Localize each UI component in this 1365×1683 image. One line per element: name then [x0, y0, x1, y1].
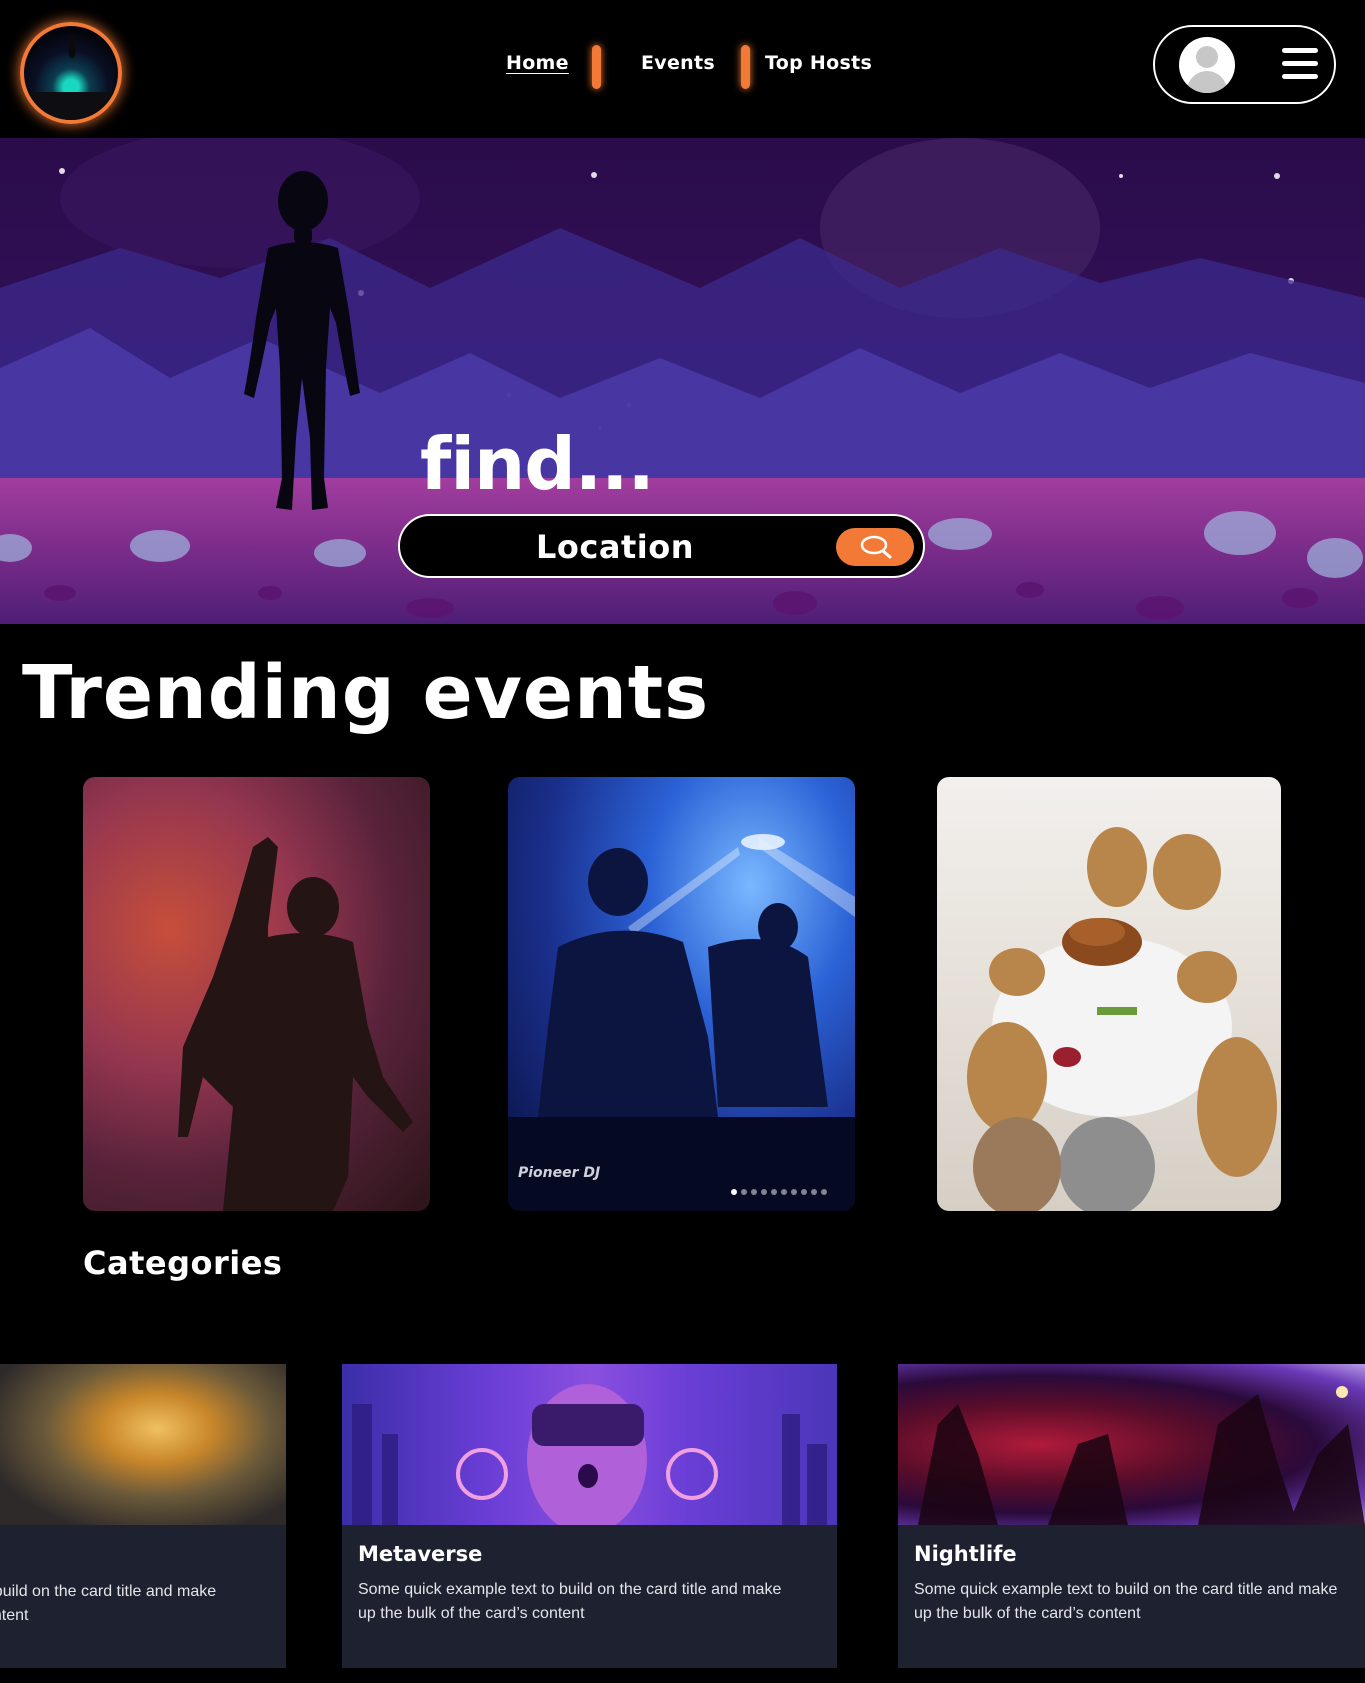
avatar-body: [1187, 71, 1227, 93]
category-image: [342, 1364, 837, 1534]
performer-photo: [83, 777, 430, 1211]
category-card-metaverse[interactable]: Metaverse Some quick example text to bui…: [342, 1364, 837, 1668]
search-icon: [860, 535, 892, 559]
category-image: [898, 1364, 1365, 1525]
hero-banner: find... Location: [0, 138, 1365, 624]
user-menu-pill[interactable]: [1153, 25, 1336, 104]
carousel-dot[interactable]: [731, 1189, 737, 1195]
nav-events-link[interactable]: Events: [641, 52, 715, 74]
category-card-nightlife[interactable]: Nightlife Some quick example text to bui…: [898, 1364, 1365, 1668]
nav-separator: [741, 45, 750, 89]
carousel-dot[interactable]: [761, 1189, 767, 1195]
carousel-dot[interactable]: [741, 1189, 747, 1195]
category-description: to build on the card title and make cont…: [0, 1583, 217, 1624]
carousel-dot[interactable]: [771, 1189, 777, 1195]
nav-separator: [592, 45, 601, 89]
hero-heading: find...: [420, 422, 655, 506]
category-description: Some quick example text to build on the …: [358, 1581, 782, 1622]
trending-event-card[interactable]: Pioneer DJ: [508, 777, 855, 1211]
trending-event-card[interactable]: [83, 777, 430, 1211]
nav-home-link[interactable]: Home: [506, 52, 569, 74]
avatar-head: [1196, 46, 1218, 68]
animals-dinner-photo: [967, 827, 1277, 1211]
category-title: Nightlife: [914, 1542, 1017, 1566]
svg-text:Pioneer DJ: Pioneer DJ: [518, 1165, 600, 1181]
carousel-dot[interactable]: [791, 1189, 797, 1195]
categories-title: Categories: [83, 1244, 283, 1282]
top-navbar: Home Events Top Hosts: [0, 0, 1365, 138]
category-card[interactable]: to build on the card title and make cont…: [0, 1364, 286, 1668]
trending-event-card[interactable]: [937, 777, 1281, 1211]
vr-headset-illustration: [352, 1384, 827, 1534]
carousel-dot[interactable]: [751, 1189, 757, 1195]
carousel-dot[interactable]: [811, 1189, 817, 1195]
nav-top-hosts-link[interactable]: Top Hosts: [765, 52, 872, 74]
category-image: [0, 1364, 286, 1525]
trending-events-title: Trending events: [22, 650, 710, 736]
location-search-bar[interactable]: Location: [398, 514, 925, 578]
logo-figure: [69, 34, 75, 58]
dj-photo: Pioneer DJ: [508, 834, 855, 1211]
party-crowd-photo: [918, 1386, 1365, 1525]
category-title: Metaverse: [358, 1542, 483, 1566]
brand-logo[interactable]: [20, 22, 122, 124]
carousel-dot[interactable]: [801, 1189, 807, 1195]
category-description: Some quick example text to build on the …: [914, 1581, 1338, 1622]
logo-ground: [24, 92, 118, 120]
search-button[interactable]: [836, 528, 914, 566]
hamburger-menu-icon[interactable]: [1282, 46, 1318, 80]
carousel-dot[interactable]: [821, 1189, 827, 1195]
user-avatar-icon[interactable]: [1179, 37, 1235, 93]
carousel-dot[interactable]: [781, 1189, 787, 1195]
location-search-input[interactable]: Location: [400, 528, 830, 566]
